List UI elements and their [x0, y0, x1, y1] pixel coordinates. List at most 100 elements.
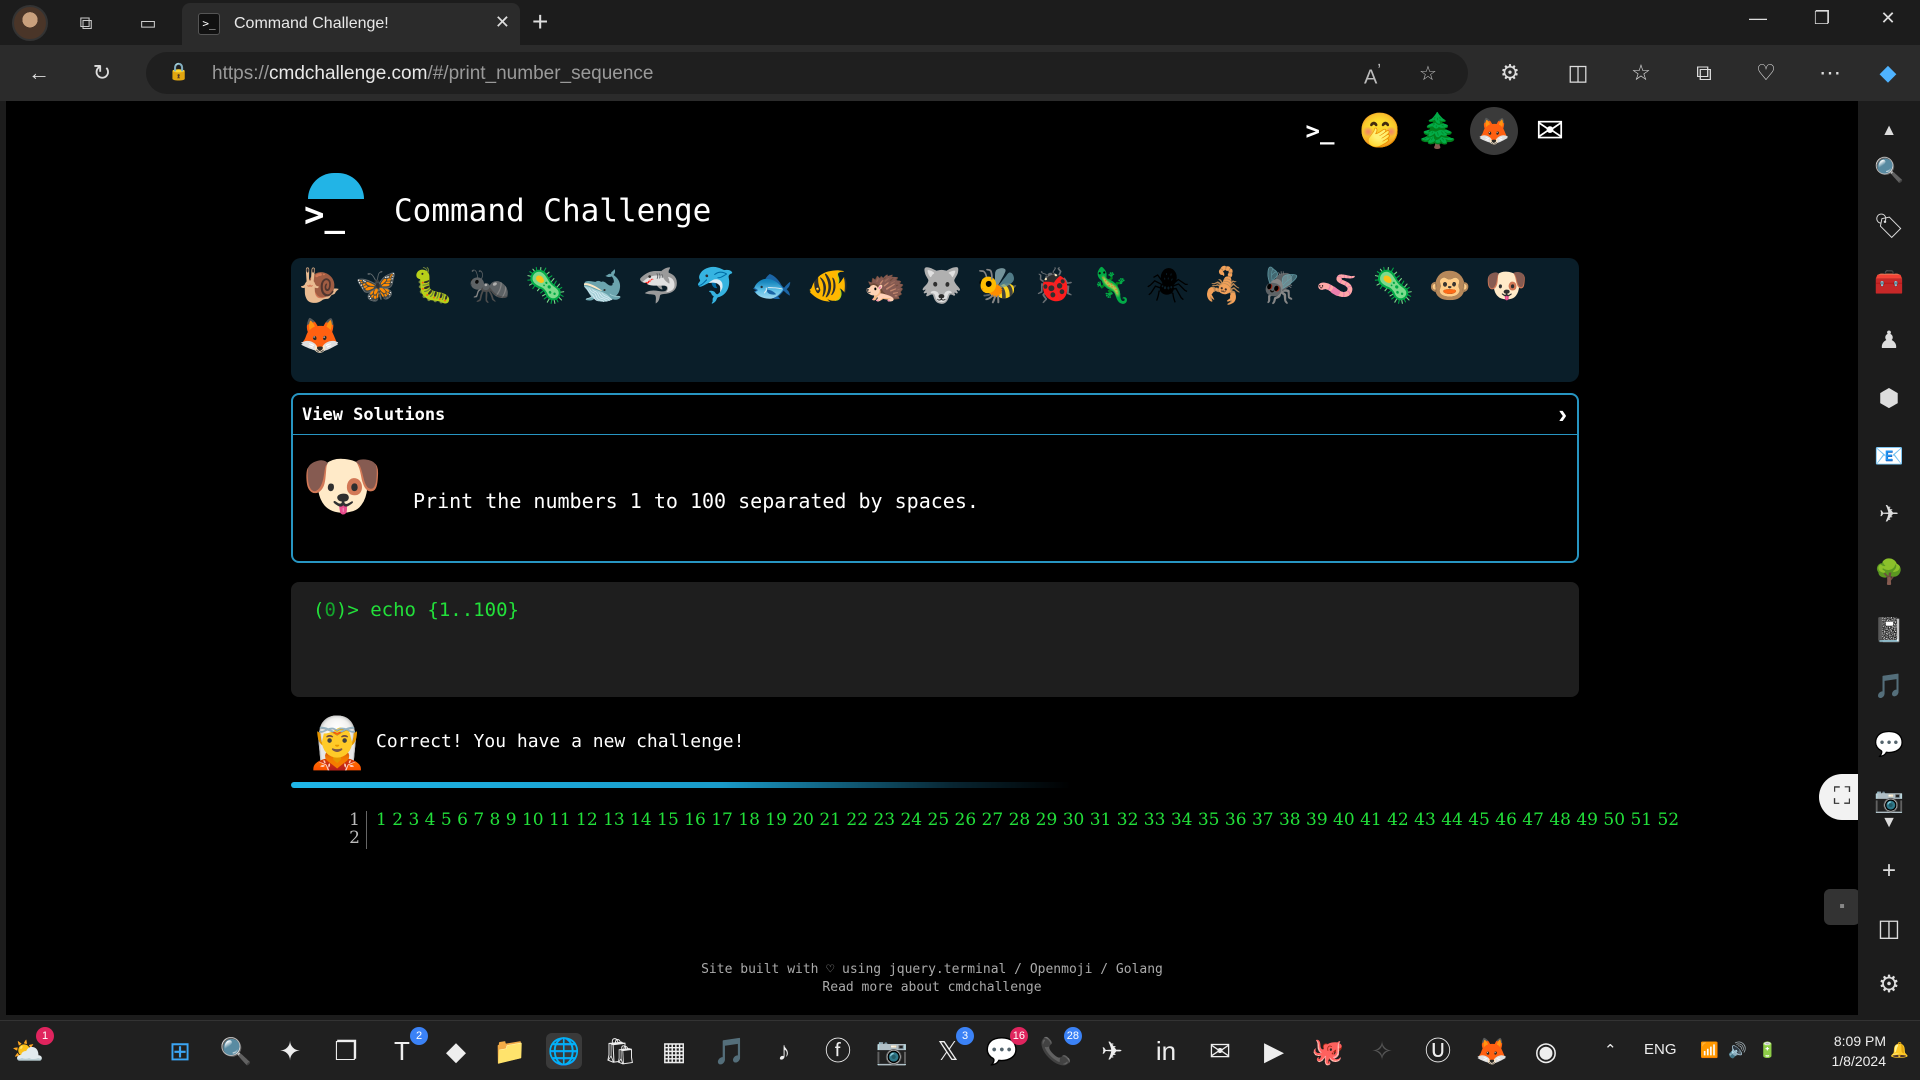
gitlab-icon[interactable]: 🦊	[1470, 107, 1518, 155]
tree-icon[interactable]: 🌳	[1871, 555, 1907, 591]
facebook-icon[interactable]: ⓕ	[820, 1033, 856, 1069]
monkey-icon[interactable]: 🐵	[1427, 263, 1473, 309]
browser-essentials-icon[interactable]: ♡	[1750, 57, 1782, 89]
firefox-icon[interactable]: 🦊	[1474, 1033, 1510, 1069]
tools-icon[interactable]: 🧰	[1871, 265, 1907, 301]
new-tab-icon[interactable]: +	[532, 6, 548, 38]
telegram-icon[interactable]: ✈	[1094, 1033, 1130, 1069]
extensions-icon[interactable]: ⚙	[1494, 57, 1526, 89]
tropical-fish-icon[interactable]: 🐠	[806, 263, 852, 309]
linkedin-icon[interactable]: in	[1148, 1033, 1184, 1069]
envelope-icon[interactable]: ✉	[1526, 107, 1574, 155]
microsoft-365-icon[interactable]: ⬢	[1871, 381, 1907, 417]
messenger-icon[interactable]: 💬 16	[984, 1027, 1028, 1069]
terminal-command-line[interactable]: (0)> echo {1..100}	[313, 599, 519, 621]
github-icon[interactable]: 🐙	[1310, 1033, 1346, 1069]
favorites-icon[interactable]: ☆	[1625, 57, 1657, 89]
games-icon[interactable]: ♟	[1871, 323, 1907, 359]
messenger-icon[interactable]: 💬	[1871, 727, 1907, 763]
worm-icon[interactable]: 🪱	[1314, 263, 1360, 309]
instagram-icon[interactable]: 📷	[874, 1033, 910, 1069]
shopping-tag-icon[interactable]: 🏷	[1871, 209, 1907, 245]
language-indicator[interactable]: ENG	[1644, 1041, 1677, 1058]
split-screen-icon[interactable]: ◫	[1562, 57, 1594, 89]
file-explorer-icon[interactable]: 📁	[492, 1033, 528, 1069]
tab-command-challenge[interactable]: >_ Command Challenge! ✕	[182, 3, 520, 45]
settings-gear-icon[interactable]: ⚙	[1871, 967, 1907, 1003]
udemy-icon[interactable]: Ⓤ	[1420, 1033, 1456, 1069]
hedgehog-icon[interactable]: 🦔	[862, 263, 908, 309]
outlook-sync-icon[interactable]: ✉	[1202, 1033, 1238, 1069]
close-window-icon[interactable]: ✕	[1868, 8, 1908, 29]
drop-icon[interactable]: ✈	[1871, 497, 1907, 533]
terminal[interactable]: (0)> echo {1..100}	[291, 582, 1579, 697]
battery-icon[interactable]: 🔋	[1758, 1041, 1777, 1059]
task-view-icon[interactable]: ❐	[328, 1033, 364, 1069]
view-solutions-header[interactable]: View Solutions ›	[293, 395, 1577, 435]
lock-icon[interactable]: 🔒	[168, 62, 189, 82]
copilot-pre-icon[interactable]: ✦	[272, 1033, 308, 1069]
microsoft-store-icon[interactable]: 🛍	[602, 1033, 638, 1069]
read-aloud-icon[interactable]: Aʼ	[1364, 61, 1381, 90]
lizard-icon[interactable]: 🦎	[1088, 263, 1134, 309]
onenote-icon[interactable]: 📓	[1871, 613, 1907, 649]
wd-app-icon[interactable]: ◉	[1528, 1033, 1564, 1069]
sidebar-toggle-icon[interactable]: ◫	[1871, 911, 1907, 947]
copilot-icon[interactable]: ◆	[1872, 57, 1904, 89]
url-text[interactable]: https://cmdchallenge.com/#/print_number_…	[212, 63, 654, 85]
chevron-right-icon[interactable]: ›	[1558, 399, 1567, 430]
wolf-icon[interactable]: 🐺	[919, 263, 965, 309]
shark-icon[interactable]: 🦈	[636, 263, 682, 309]
dog-icon[interactable]: 🐶	[1484, 263, 1530, 309]
collections-icon[interactable]: ⧉	[1688, 57, 1720, 89]
whatsapp-icon[interactable]: 📞 28	[1038, 1027, 1082, 1069]
microbe-icon[interactable]: 🦠	[523, 263, 569, 309]
paramecium-icon[interactable]: 🦠	[1371, 263, 1417, 309]
scorpion-icon[interactable]: 🦂	[1201, 263, 1247, 309]
caterpillar-icon[interactable]: 🐛	[410, 263, 456, 309]
weather-icon[interactable]: ⛅ 1	[10, 1027, 54, 1069]
system-clock[interactable]: 8:09 PM 1/8/2024	[1816, 1031, 1887, 1071]
visual-search-icon[interactable]: ⛶	[1819, 774, 1858, 820]
bee-icon[interactable]: 🐝	[975, 263, 1021, 309]
spider-icon[interactable]: 🕷	[1145, 263, 1191, 309]
refresh-icon[interactable]: ↻	[86, 57, 118, 89]
minimize-icon[interactable]: —	[1738, 8, 1778, 29]
ladybug-icon[interactable]: 🐞	[1032, 263, 1078, 309]
notifications-icon[interactable]: 🔔	[1890, 1041, 1909, 1059]
tiktok-icon[interactable]: ♪	[766, 1033, 802, 1069]
hand-over-mouth-face-icon[interactable]: 🤭	[1356, 107, 1404, 155]
site-logo[interactable]: >_	[304, 173, 368, 237]
volume-icon[interactable]: 🔊	[1728, 1041, 1747, 1059]
footer-read-more-link[interactable]: Read more about cmdchallenge	[6, 979, 1858, 997]
address-bar[interactable]: 🔒 https://cmdchallenge.com/#/print_numbe…	[146, 52, 1468, 94]
spotify-icon[interactable]: 🎵	[712, 1033, 748, 1069]
start-windows-icon[interactable]: ⊞	[162, 1033, 198, 1069]
show-hidden-icons-icon[interactable]: ⌃	[1604, 1041, 1617, 1059]
mini-terminal-icon[interactable]: ▪	[1824, 889, 1858, 925]
search-icon[interactable]: 🔍	[1871, 153, 1907, 189]
app-window-icon[interactable]: ▦	[656, 1033, 692, 1069]
wifi-icon[interactable]: 📶	[1700, 1041, 1719, 1059]
dolphin-icon[interactable]: 🐬	[693, 263, 739, 309]
restore-icon[interactable]: ❐	[1802, 8, 1842, 29]
add-icon[interactable]: +	[1871, 853, 1907, 889]
fish-icon[interactable]: 🐟	[749, 263, 795, 309]
fox-icon[interactable]: 🦊	[297, 313, 343, 359]
fly-icon[interactable]: 🪰	[1258, 263, 1304, 309]
whale-icon[interactable]: 🐋	[580, 263, 626, 309]
favorite-star-icon[interactable]: ☆	[1419, 61, 1437, 86]
youtube-icon[interactable]: ▶	[1256, 1033, 1292, 1069]
edge-browser-icon[interactable]: 🌐	[546, 1033, 582, 1069]
teams-icon[interactable]: T2	[384, 1027, 428, 1069]
site-title[interactable]: Command Challenge	[394, 193, 711, 229]
workspaces-icon[interactable]: ⧉	[70, 7, 102, 39]
x-twitter-icon[interactable]: 𝕏3	[930, 1027, 974, 1069]
outlook-icon[interactable]: 📧	[1871, 439, 1907, 475]
copilot-icon[interactable]: ◆	[438, 1033, 474, 1069]
spotify-icon[interactable]: 🎵	[1871, 669, 1907, 705]
pine-tree-icon[interactable]: 🌲	[1414, 107, 1462, 155]
snail-icon[interactable]: 🐌	[297, 263, 343, 309]
chevron-up-icon[interactable]: ▲	[1871, 113, 1907, 149]
search-icon[interactable]: 🔍	[218, 1033, 254, 1069]
